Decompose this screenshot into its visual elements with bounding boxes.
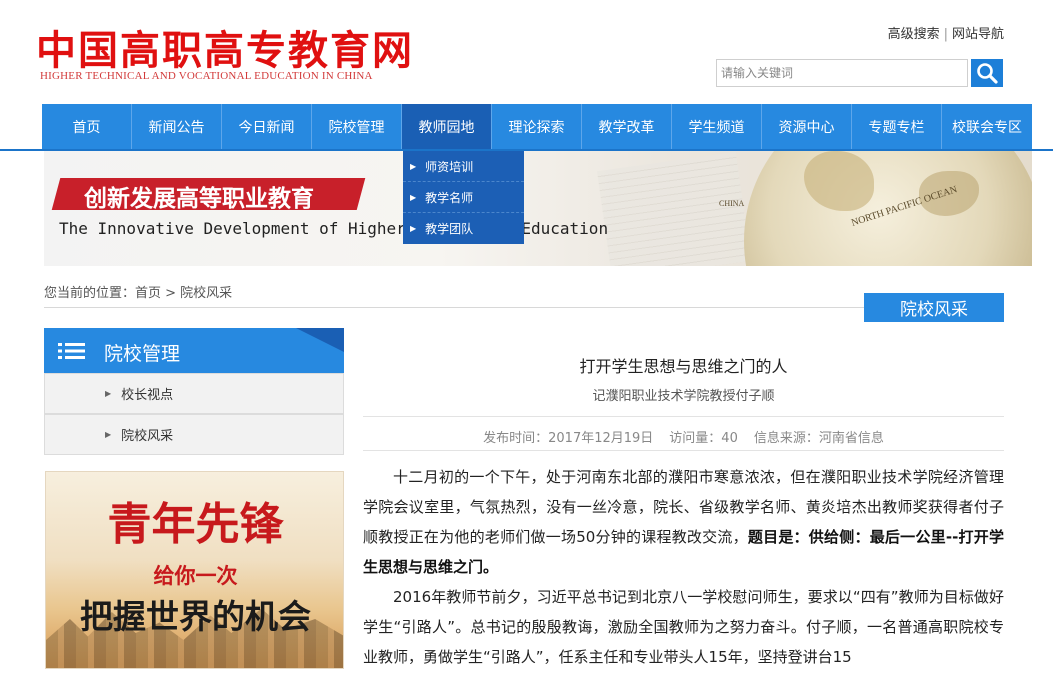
promo-title: 青年先锋 [107,499,284,550]
site-map-link[interactable]: 网站导航 [952,27,1004,42]
publish-time: 发布时间：2017年12月19日 [483,431,654,446]
site-logo[interactable]: 中国高职高专教育网 [36,18,414,76]
search-button[interactable] [971,59,1003,87]
banner-title: 创新发展高等职业教育 [84,186,314,212]
sidebar-item-label: 院校风采 [121,429,174,444]
dropdown-item-teacher-training[interactable]: ▶ 师资培训 [403,151,524,182]
link-separator: | [943,27,948,42]
article-paragraph: 十二月初的一个下午，处于河南东北部的濮阳市寒意浓浓，但在濮阳职业技术学院经济管理… [363,462,1004,582]
dropdown-item-famous-teachers[interactable]: ▶ 教学名师 [403,182,524,213]
teachers-dropdown-menu: ▶ 师资培训 ▶ 教学名师 ▶ 教学团队 [403,151,524,244]
banner-newspaper-image [597,151,751,266]
caret-right-icon: ▶ [105,430,112,439]
section-divider [44,307,1004,308]
site-logo-english: HIGHER TECHNICAL AND VOCATIONAL EDUCATIO… [40,70,373,82]
dropdown-item-label: 教学名师 [425,190,474,205]
breadcrumb[interactable]: 您当前的位置：首页 > 院校风采 [44,282,232,301]
list-icon [58,343,85,359]
sidebar-item-school-style[interactable]: ▶ 院校风采 [44,414,344,455]
dropdown-item-label: 教学团队 [425,222,474,236]
article-subtitle: 记濮阳职业技术学院教授付子顺 [592,389,775,404]
nav-item-school-management[interactable]: 院校管理 [312,104,402,149]
search-icon [977,63,998,84]
caret-right-icon: ▶ [410,192,417,202]
nav-item-resources[interactable]: 资源中心 [762,104,852,149]
nav-item-topics[interactable]: 专题专栏 [852,104,942,149]
article-meta: 发布时间：2017年12月19日 访问量：40 信息来源：河南省信息 [363,427,1004,446]
nav-item-home[interactable]: 首页 [42,104,132,149]
dropdown-item-teaching-teams[interactable]: ▶ 教学团队 [403,213,524,244]
banner: CHINA NORTH PACIFIC OCEAN 创新发展高等职业教育 The… [44,151,1032,266]
visit-count: 访问量：40 [669,431,738,446]
promo-slogan: 把握世界的机会 [80,597,311,636]
sidebar-header-fold [296,328,344,352]
caret-right-icon: ▶ [105,389,112,398]
meta-divider [363,416,1004,417]
top-links: 高级搜索 | 网站导航 [888,23,1004,42]
sidebar-header: 院校管理 [44,328,344,373]
main-nav: 首页 新闻公告 今日新闻 院校管理 教师园地 理论探索 教学改革 学生频道 资源… [42,104,1032,149]
section-tab: 院校风采 [864,293,1004,322]
sidebar-title: 院校管理 [104,343,181,365]
advanced-search-link[interactable]: 高级搜索 [888,27,940,42]
article-body: 十二月初的一个下午，处于河南东北部的濮阳市寒意浓浓，但在濮阳职业技术学院经济管理… [363,462,1004,672]
banner-subtitle: The Innovative Development of Higher Voc… [59,219,609,238]
caret-right-icon: ▶ [410,161,417,171]
info-source: 信息来源：河南省信息 [753,431,884,446]
sidebar-item-principal-view[interactable]: ▶ 校长视点 [44,373,344,414]
article-paragraph: 2016年教师节前夕，习近平总书记到北京八一学校慰问师生，要求以“四有”教师为目… [363,588,1004,666]
caret-right-icon: ▶ [410,224,417,233]
sidebar-item-label: 校长视点 [121,388,174,403]
nav-item-theory[interactable]: 理论探索 [492,104,582,149]
dropdown-item-label: 师资培训 [425,159,474,174]
meta-divider [363,450,1004,451]
nav-item-alliance[interactable]: 校联会专区 [942,104,1032,149]
article-title: 打开学生思想与思维之门的人 [579,357,788,376]
promo-banner[interactable]: 青年先锋 给你一次 把握世界的机会 [45,471,344,669]
nav-item-teaching-reform[interactable]: 教学改革 [582,104,672,149]
nav-item-students[interactable]: 学生频道 [672,104,762,149]
nav-item-teachers[interactable]: 教师园地 [402,104,492,149]
banner-globe-label: CHINA [719,199,745,208]
promo-subtitle: 给你一次 [153,563,238,588]
search-input[interactable] [716,59,968,87]
nav-item-announcements[interactable]: 新闻公告 [132,104,222,149]
nav-item-today-news[interactable]: 今日新闻 [222,104,312,149]
